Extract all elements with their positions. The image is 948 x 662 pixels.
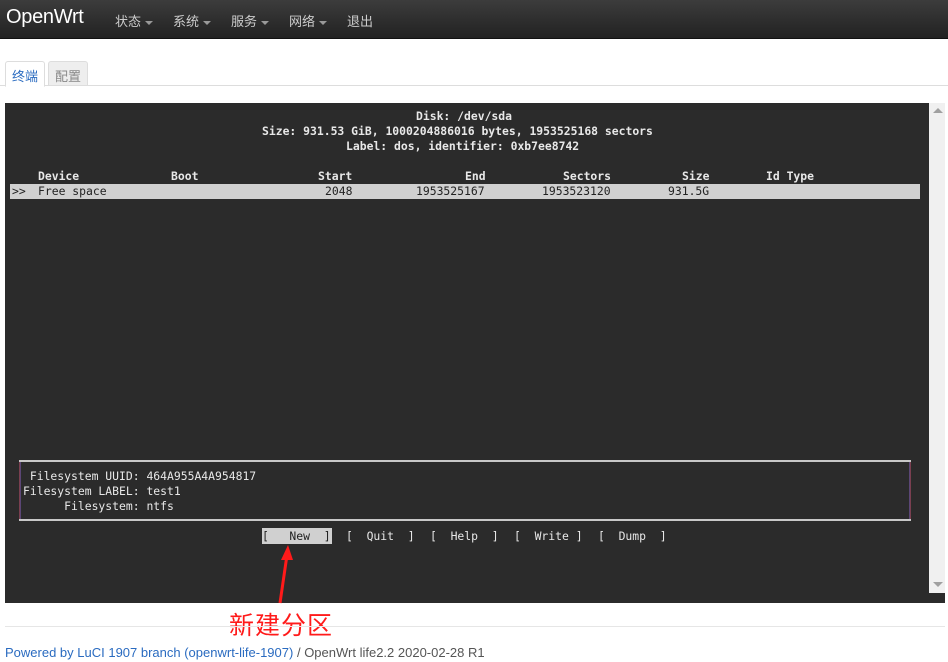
col-idtype: Id Type (766, 169, 815, 183)
chevron-down-icon (319, 20, 328, 25)
nav-system[interactable]: 系统 (173, 11, 212, 30)
disk-size-line: Size: 931.53 GiB, 1000204886016 bytes, 1… (262, 124, 653, 138)
terminal-window[interactable]: Disk: /dev/sda Size: 931.53 GiB, 1000204… (5, 103, 945, 603)
annotation-label: 新建分区 (229, 612, 334, 640)
menu-write-button[interactable]: [ Write ] (514, 529, 583, 544)
col-end: End (465, 169, 486, 183)
row-sectors: 1953523120 (542, 184, 611, 198)
footer-separator: / (293, 645, 305, 660)
nav-network-label: 网络 (289, 14, 316, 29)
fs-type: Filesystem: ntfs (23, 499, 174, 513)
chevron-down-icon (261, 20, 270, 25)
nav-services-label: 服务 (231, 14, 258, 29)
nav-logout[interactable]: 退出 (347, 11, 373, 30)
tab-terminal[interactable]: 终端 (5, 61, 46, 87)
row-start: 2048 (325, 184, 353, 198)
scroll-down-icon[interactable] (933, 582, 943, 587)
nav-system-label: 系统 (173, 14, 200, 29)
top-navbar: OpenWrt 状态 系统 服务 网络 退出 (0, 0, 948, 39)
chevron-down-icon (203, 20, 212, 25)
col-size: Size (682, 169, 710, 183)
col-device: Device (38, 169, 80, 183)
tab-bar: 终端 配置 (0, 60, 948, 87)
nav-status[interactable]: 状态 (115, 11, 154, 30)
row-end: 1953525167 (416, 184, 485, 198)
info-box-right-border (909, 462, 911, 519)
menu-new-button[interactable]: [ New ] (262, 529, 331, 544)
footer-version: OpenWrt life2.2 2020-02-28 R1 (304, 645, 485, 660)
terminal-scrollbar[interactable] (929, 103, 945, 593)
nav-status-label: 状态 (115, 14, 142, 29)
brand-logo[interactable]: OpenWrt (6, 6, 84, 29)
menu-quit-button[interactable]: [ Quit ] (346, 529, 415, 544)
luci-link[interactable]: Powered by LuCI 1907 branch (openwrt-lif… (5, 645, 293, 660)
tab-config[interactable]: 配置 (48, 61, 89, 86)
row-marker: >> (12, 184, 26, 198)
nav-services[interactable]: 服务 (231, 11, 270, 30)
fs-uuid: Filesystem UUID: 464A955A4A954817 (23, 469, 257, 483)
col-sectors: Sectors (563, 169, 612, 183)
row-size: 931.5G (668, 184, 710, 198)
chevron-down-icon (145, 20, 154, 25)
disk-label-line: Label: dos, identifier: 0xb7ee8742 (346, 139, 580, 153)
footer-divider (5, 626, 945, 627)
fs-label: Filesystem LABEL: test1 (23, 484, 181, 498)
partition-row-selected[interactable]: >> Free space 2048 1953525167 1953523120… (10, 184, 920, 199)
annotation-arrow-icon (278, 545, 293, 604)
col-start: Start (318, 169, 353, 183)
menu-dump-button[interactable]: [ Dump ] (598, 529, 667, 544)
col-boot: Boot (171, 169, 199, 183)
disk-title: Disk: /dev/sda (416, 109, 513, 123)
footer: Powered by LuCI 1907 branch (openwrt-lif… (5, 645, 485, 660)
row-device: Free space (38, 184, 107, 198)
info-box-left-border (19, 462, 21, 519)
nav-network[interactable]: 网络 (289, 11, 328, 30)
scroll-up-icon[interactable] (933, 108, 943, 113)
filesystem-info-box: Filesystem UUID: 464A955A4A954817 Filesy… (19, 460, 911, 521)
menu-help-button[interactable]: [ Help ] (430, 529, 499, 544)
